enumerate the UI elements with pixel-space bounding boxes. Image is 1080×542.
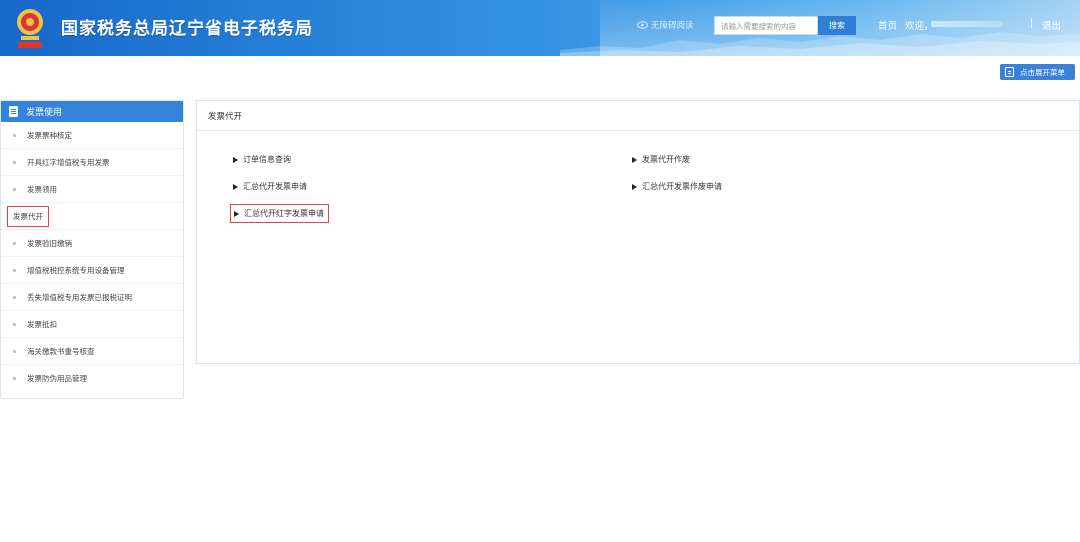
bullet-icon: [13, 295, 16, 299]
bullet-icon: [13, 241, 16, 245]
menu-icon: [1005, 67, 1014, 77]
home-link[interactable]: 首页: [878, 18, 897, 32]
expand-menu-label: 点击展开菜单: [1020, 67, 1065, 77]
sidebar-item-invoice-type-approval[interactable]: 发票票种核定: [1, 122, 183, 149]
sidebar-title: 发票使用: [26, 108, 63, 118]
link-label: 发票代开作废: [642, 155, 690, 164]
triangle-right-icon: [632, 156, 637, 163]
search-input[interactable]: 请输入需要搜索的内容: [714, 16, 818, 35]
tax-emblem-icon: [17, 9, 43, 48]
sidebar-header: 发票使用: [1, 101, 183, 122]
bullet-icon: [13, 187, 16, 191]
triangle-right-icon: [632, 183, 637, 190]
sidebar-item-label: 发票领用: [27, 184, 57, 194]
link-label: 订单信息查询: [243, 155, 291, 164]
expand-menu-button[interactable]: 点击展开菜单: [1000, 64, 1075, 80]
bullet-icon: [13, 268, 16, 272]
sidebar-item-label: 丢失增值税专用发票已报税证明: [27, 292, 132, 302]
sidebar-item-label: 发票票种核定: [27, 130, 72, 140]
sidebar-item-label: 海关缴款书重号核查: [27, 346, 95, 356]
site-title: 国家税务总局辽宁省电子税务局: [61, 19, 313, 39]
bullet-icon: [13, 160, 16, 164]
sidebar-item-customs-duplicate-check[interactable]: 海关缴款书重号核查: [1, 338, 183, 365]
user-name-blurred: [931, 21, 1003, 27]
sidebar-item-invoice-collection[interactable]: 发票领用: [1, 176, 183, 203]
search-button[interactable]: 搜索: [818, 16, 856, 35]
accessibility-reading-link[interactable]: 无障碍阅读: [637, 19, 694, 31]
sidebar-item-invoice-verification-cancel[interactable]: 发票验旧缴销: [1, 230, 183, 257]
accessibility-label: 无障碍阅读: [651, 21, 694, 31]
document-icon: [9, 106, 18, 117]
sidebar-item-tax-control-device[interactable]: 增值税税控系统专用设备管理: [1, 257, 183, 284]
order-info-query-link[interactable]: 订单信息查询: [233, 154, 291, 165]
summary-invoice-apply-link[interactable]: 汇总代开发票申请: [233, 181, 307, 192]
sidebar-item-lost-invoice-certificate[interactable]: 丢失增值税专用发票已报税证明: [1, 284, 183, 311]
sidebar-item-invoice-agency-issue[interactable]: 发票代开: [1, 203, 183, 230]
link-label: 汇总代开红字发票申请: [244, 209, 324, 218]
bullet-icon: [13, 322, 16, 326]
sidebar-item-label: 增值税税控系统专用设备管理: [27, 265, 125, 275]
bullet-icon: [13, 133, 16, 137]
sidebar-item-invoice-deduction[interactable]: 发票抵扣: [1, 311, 183, 338]
panel-title: 发票代开: [197, 101, 1079, 131]
triangle-right-icon: [233, 156, 238, 163]
sidebar-item-label: 发票代开: [7, 205, 49, 227]
triangle-right-icon: [234, 210, 239, 217]
sidebar-item-label: 发票抵扣: [27, 319, 57, 329]
sidebar-item-label: 开具红字增值税专用发票: [27, 157, 110, 167]
sidebar-item-anti-counterfeit-supplies[interactable]: 发票防伪用品管理: [1, 365, 183, 392]
main-panel: 发票代开 订单信息查询 发票代开作废 汇总代开发票申请 汇总代开发票作废申请 汇…: [196, 100, 1080, 364]
triangle-right-icon: [233, 183, 238, 190]
logout-link[interactable]: 退出: [1042, 18, 1061, 32]
link-label: 汇总代开发票作废申请: [642, 182, 722, 191]
bullet-icon: [13, 377, 16, 380]
nav-separator: |: [1030, 18, 1034, 29]
summary-red-invoice-apply-link[interactable]: 汇总代开红字发票申请: [230, 204, 329, 223]
site-header: 国家税务总局辽宁省电子税务局 无障碍阅读 请输入需要搜索的内容 搜索 首页 欢迎…: [0, 0, 1080, 56]
eye-icon: [637, 21, 648, 29]
sidebar-item-label: 发票防伪用品管理: [27, 374, 87, 383]
invoice-agency-void-link[interactable]: 发票代开作废: [632, 154, 690, 165]
sidebar-item-label: 发票验旧缴销: [27, 238, 72, 248]
sidebar: 发票使用 发票票种核定 开具红字增值税专用发票 发票领用 发票代开 发票验旧缴销…: [0, 100, 184, 399]
summary-invoice-void-apply-link[interactable]: 汇总代开发票作废申请: [632, 181, 722, 192]
welcome-text: 欢迎，: [905, 21, 934, 32]
bullet-icon: [13, 349, 16, 353]
link-label: 汇总代开发票申请: [243, 182, 307, 191]
sidebar-item-red-vat-invoice[interactable]: 开具红字增值税专用发票: [1, 149, 183, 176]
